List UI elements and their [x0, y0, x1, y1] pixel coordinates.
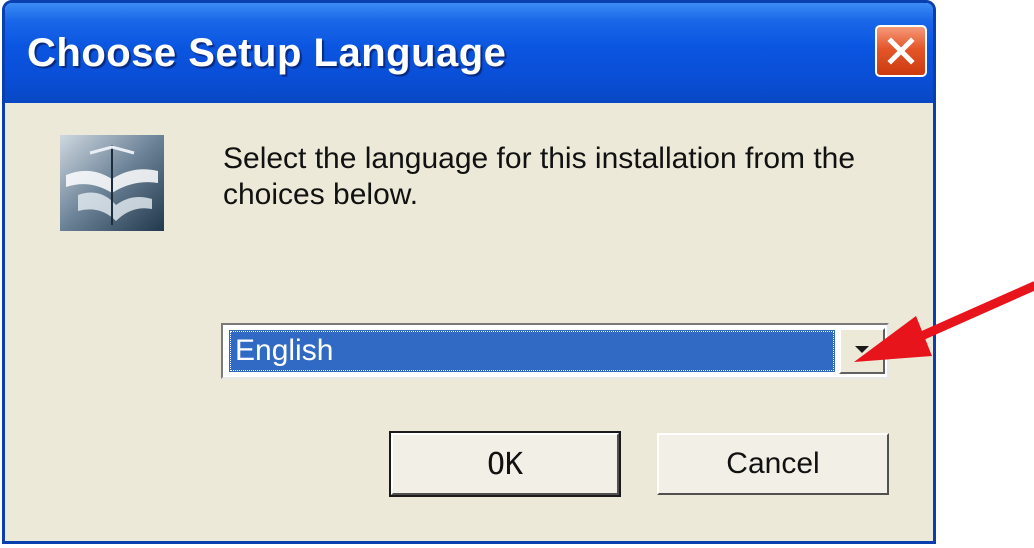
installer-sail-icon	[60, 135, 164, 231]
dropdown-arrow-button[interactable]	[839, 328, 885, 374]
cancel-button[interactable]: Cancel	[657, 433, 889, 495]
close-icon	[886, 36, 916, 66]
title-bar[interactable]: Choose Setup Language	[5, 3, 933, 103]
language-dropdown[interactable]: English	[221, 323, 889, 379]
language-dropdown-value: English	[229, 330, 835, 372]
dialog-body: Select the language for this installatio…	[5, 103, 933, 541]
window-title: Choose Setup Language	[27, 31, 507, 75]
instruction-text: Select the language for this installatio…	[223, 142, 856, 211]
setup-language-dialog: Choose Setup Language Select the languag…	[2, 0, 936, 544]
ok-button-label: OK	[486, 446, 524, 482]
cancel-button-label: Cancel	[726, 447, 820, 480]
ok-button[interactable]: OK	[389, 431, 621, 497]
close-button[interactable]	[875, 25, 927, 77]
chevron-down-icon	[854, 342, 870, 360]
